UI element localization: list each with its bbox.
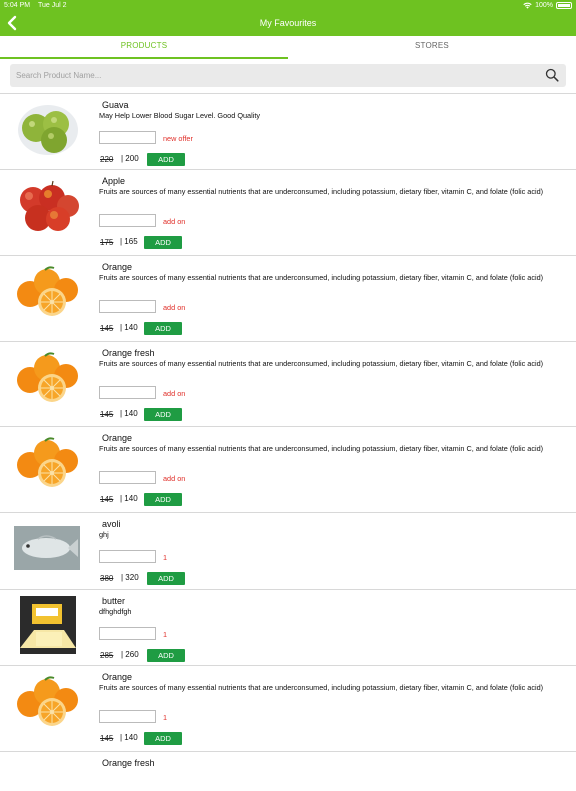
butter-image [14,596,80,654]
add-button[interactable]: ADD [147,649,185,662]
search-icon[interactable] [545,68,559,82]
product-name: Orange [102,433,133,443]
sale-price: | 200 [121,154,139,163]
page-title: My Favourites [259,18,317,28]
offer-label: add on [163,389,186,398]
orange-image [14,672,80,730]
offer-label: add on [163,303,186,312]
product-item: Orange fresh Fruits are sources of many e… [0,341,576,426]
offer-label: add on [163,474,186,483]
add-button[interactable]: ADD [144,236,182,249]
product-description: ghj [99,530,109,539]
product-description: Fruits are sources of many essential nut… [99,683,544,692]
tab-stores[interactable]: STORES [288,36,576,59]
original-price: 145 [100,324,114,333]
original-price: 145 [100,410,114,419]
quantity-input[interactable] [99,471,156,484]
quantity-input[interactable] [99,627,156,640]
status-date: Tue Jul 2 [38,2,67,9]
add-button[interactable]: ADD [144,732,182,745]
app-header: 5:04 PM Tue Jul 2 100% My Favourites [0,0,576,36]
product-item: Orange Fruits are sources of many essenti… [0,665,576,751]
product-name: avoli [102,519,121,529]
quantity-input[interactable] [99,550,156,563]
add-button[interactable]: ADD [144,493,182,506]
product-item: Guava May Help Lower Blood Sugar Level. G… [0,93,576,169]
original-price: 145 [100,734,114,743]
quantity-input[interactable] [99,386,156,399]
product-description: dfhghdfgh [99,607,132,616]
fish-image [14,519,80,577]
original-price: 145 [100,495,114,504]
product-item: Apple Fruits are sources of many essentia… [0,169,576,255]
orange-image [14,433,80,491]
product-description: Fruits are sources of many essential nut… [99,187,544,196]
product-item: Orange Fruits are sources of many essenti… [0,426,576,512]
product-name: Orange [102,262,133,272]
product-name: butter [102,596,126,606]
quantity-input[interactable] [99,214,156,227]
original-price: 175 [100,238,114,247]
sale-price: | 140 [120,494,138,503]
offer-label: new offer [163,134,193,143]
sale-price: | 140 [120,323,138,332]
battery-icon [556,2,572,9]
product-item: butter dfhghdfgh 1 285 | 260 ADD [0,589,576,665]
offer-label: 1 [163,630,168,639]
offer-label: 1 [163,553,168,562]
product-description: May Help Lower Blood Sugar Level. Good Q… [99,111,261,120]
original-price: 220 [100,155,114,164]
original-price: 285 [100,651,114,660]
sale-price: | 140 [120,733,138,742]
add-button[interactable]: ADD [144,322,182,335]
product-name: Apple [102,176,126,186]
status-bar: 5:04 PM Tue Jul 2 100% [4,2,572,12]
product-name: Orange [102,672,133,682]
sale-price: | 165 [120,237,138,246]
sale-price: | 140 [120,409,138,418]
product-item: avoli ghj 1 380 | 320 ADD [0,512,576,589]
search-input[interactable] [16,68,536,83]
product-name: Orange fresh [102,348,155,358]
product-item: Orange Fruits are sources of many essenti… [0,255,576,341]
product-description: Fruits are sources of many essential nut… [99,444,544,453]
orange-image [14,348,80,406]
apple-image [14,176,80,234]
tab-bar: PRODUCTS STORES [0,36,576,59]
add-button[interactable]: ADD [144,408,182,421]
product-name: Guava [102,100,129,110]
product-name: Orange fresh [102,758,155,768]
product-list: Guava May Help Lower Blood Sugar Level. G… [0,93,576,791]
add-button[interactable]: ADD [147,572,185,585]
offer-label: add on [163,217,186,226]
wifi-icon [523,2,532,9]
product-item: Orange fresh [0,751,576,791]
tab-products[interactable]: PRODUCTS [0,36,288,59]
original-price: 380 [100,574,114,583]
battery-percent: 100% [535,2,553,9]
guava-image [14,100,80,158]
orange-image [14,262,80,320]
quantity-input[interactable] [99,131,156,144]
sale-price: | 320 [121,573,139,582]
product-description: Fruits are sources of many essential nut… [99,273,544,282]
search-bar [10,64,566,87]
status-right: 100% [523,2,572,9]
quantity-input[interactable] [99,300,156,313]
sale-price: | 260 [121,650,139,659]
status-time: 5:04 PM [4,2,31,9]
add-button[interactable]: ADD [147,153,185,166]
product-description: Fruits are sources of many essential nut… [99,359,544,368]
offer-label: 1 [163,713,168,722]
quantity-input[interactable] [99,710,156,723]
